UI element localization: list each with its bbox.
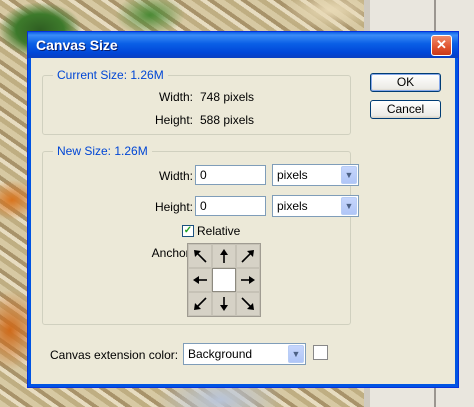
anchor-bottom-right[interactable] (236, 292, 260, 316)
height-unit-value: pixels (277, 199, 308, 213)
anchor-grid (187, 243, 261, 317)
anchor-top-left[interactable] (188, 244, 212, 268)
anchor-center[interactable] (212, 268, 236, 292)
relative-checkbox[interactable]: ✓ (182, 225, 194, 237)
chevron-down-icon: ▼ (288, 345, 304, 363)
current-width-value: 748 pixels (200, 90, 255, 104)
canvas-size-dialog: Canvas Size ✕ Current Size: 1.26M Width:… (27, 31, 459, 388)
anchor-right[interactable] (236, 268, 260, 292)
current-height-value: 588 pixels (200, 113, 255, 127)
current-size-group: Current Size: 1.26M Width: 748 pixels He… (42, 68, 351, 135)
chevron-down-icon: ▼ (341, 197, 357, 215)
cancel-button[interactable]: Cancel (370, 100, 441, 119)
chevron-down-icon: ▼ (341, 166, 357, 184)
anchor-left[interactable] (188, 268, 212, 292)
current-size-legend: Current Size: 1.26M (53, 68, 168, 82)
current-height-label: Height: (154, 113, 193, 127)
new-height-label: Height: (154, 200, 193, 214)
anchor-top-right[interactable] (236, 244, 260, 268)
anchor-bottom-left[interactable] (188, 292, 212, 316)
close-icon[interactable]: ✕ (431, 35, 452, 56)
extension-color-label: Canvas extension color: (50, 348, 179, 362)
new-size-legend: New Size: 1.26M (53, 144, 152, 158)
arrow-nw-icon (194, 250, 207, 263)
new-width-label: Width: (158, 169, 193, 183)
anchor-top[interactable] (212, 244, 236, 268)
width-unit-value: pixels (277, 168, 308, 182)
anchor-bottom[interactable] (212, 292, 236, 316)
height-input[interactable]: 0 (195, 196, 266, 216)
arrow-n-icon (220, 249, 228, 263)
arrow-e-icon (241, 276, 255, 284)
ok-button[interactable]: OK (370, 73, 441, 92)
width-unit-select[interactable]: pixels ▼ (272, 164, 359, 186)
arrow-s-icon (220, 297, 228, 311)
anchor-label: Anchor: (151, 246, 193, 260)
dialog-title: Canvas Size (36, 37, 118, 53)
height-unit-select[interactable]: pixels ▼ (272, 195, 359, 217)
extension-color-swatch[interactable] (313, 345, 328, 360)
arrow-ne-icon (241, 250, 254, 263)
arrow-sw-icon (194, 297, 207, 310)
title-bar[interactable]: Canvas Size ✕ (28, 32, 458, 58)
extension-color-select[interactable]: Background ▼ (183, 343, 306, 365)
extension-color-value: Background (188, 347, 253, 361)
width-input[interactable]: 0 (195, 165, 266, 185)
arrow-se-icon (241, 297, 254, 310)
relative-label[interactable]: Relative (197, 224, 240, 238)
arrow-w-icon (193, 276, 207, 284)
current-width-label: Width: (158, 90, 193, 104)
